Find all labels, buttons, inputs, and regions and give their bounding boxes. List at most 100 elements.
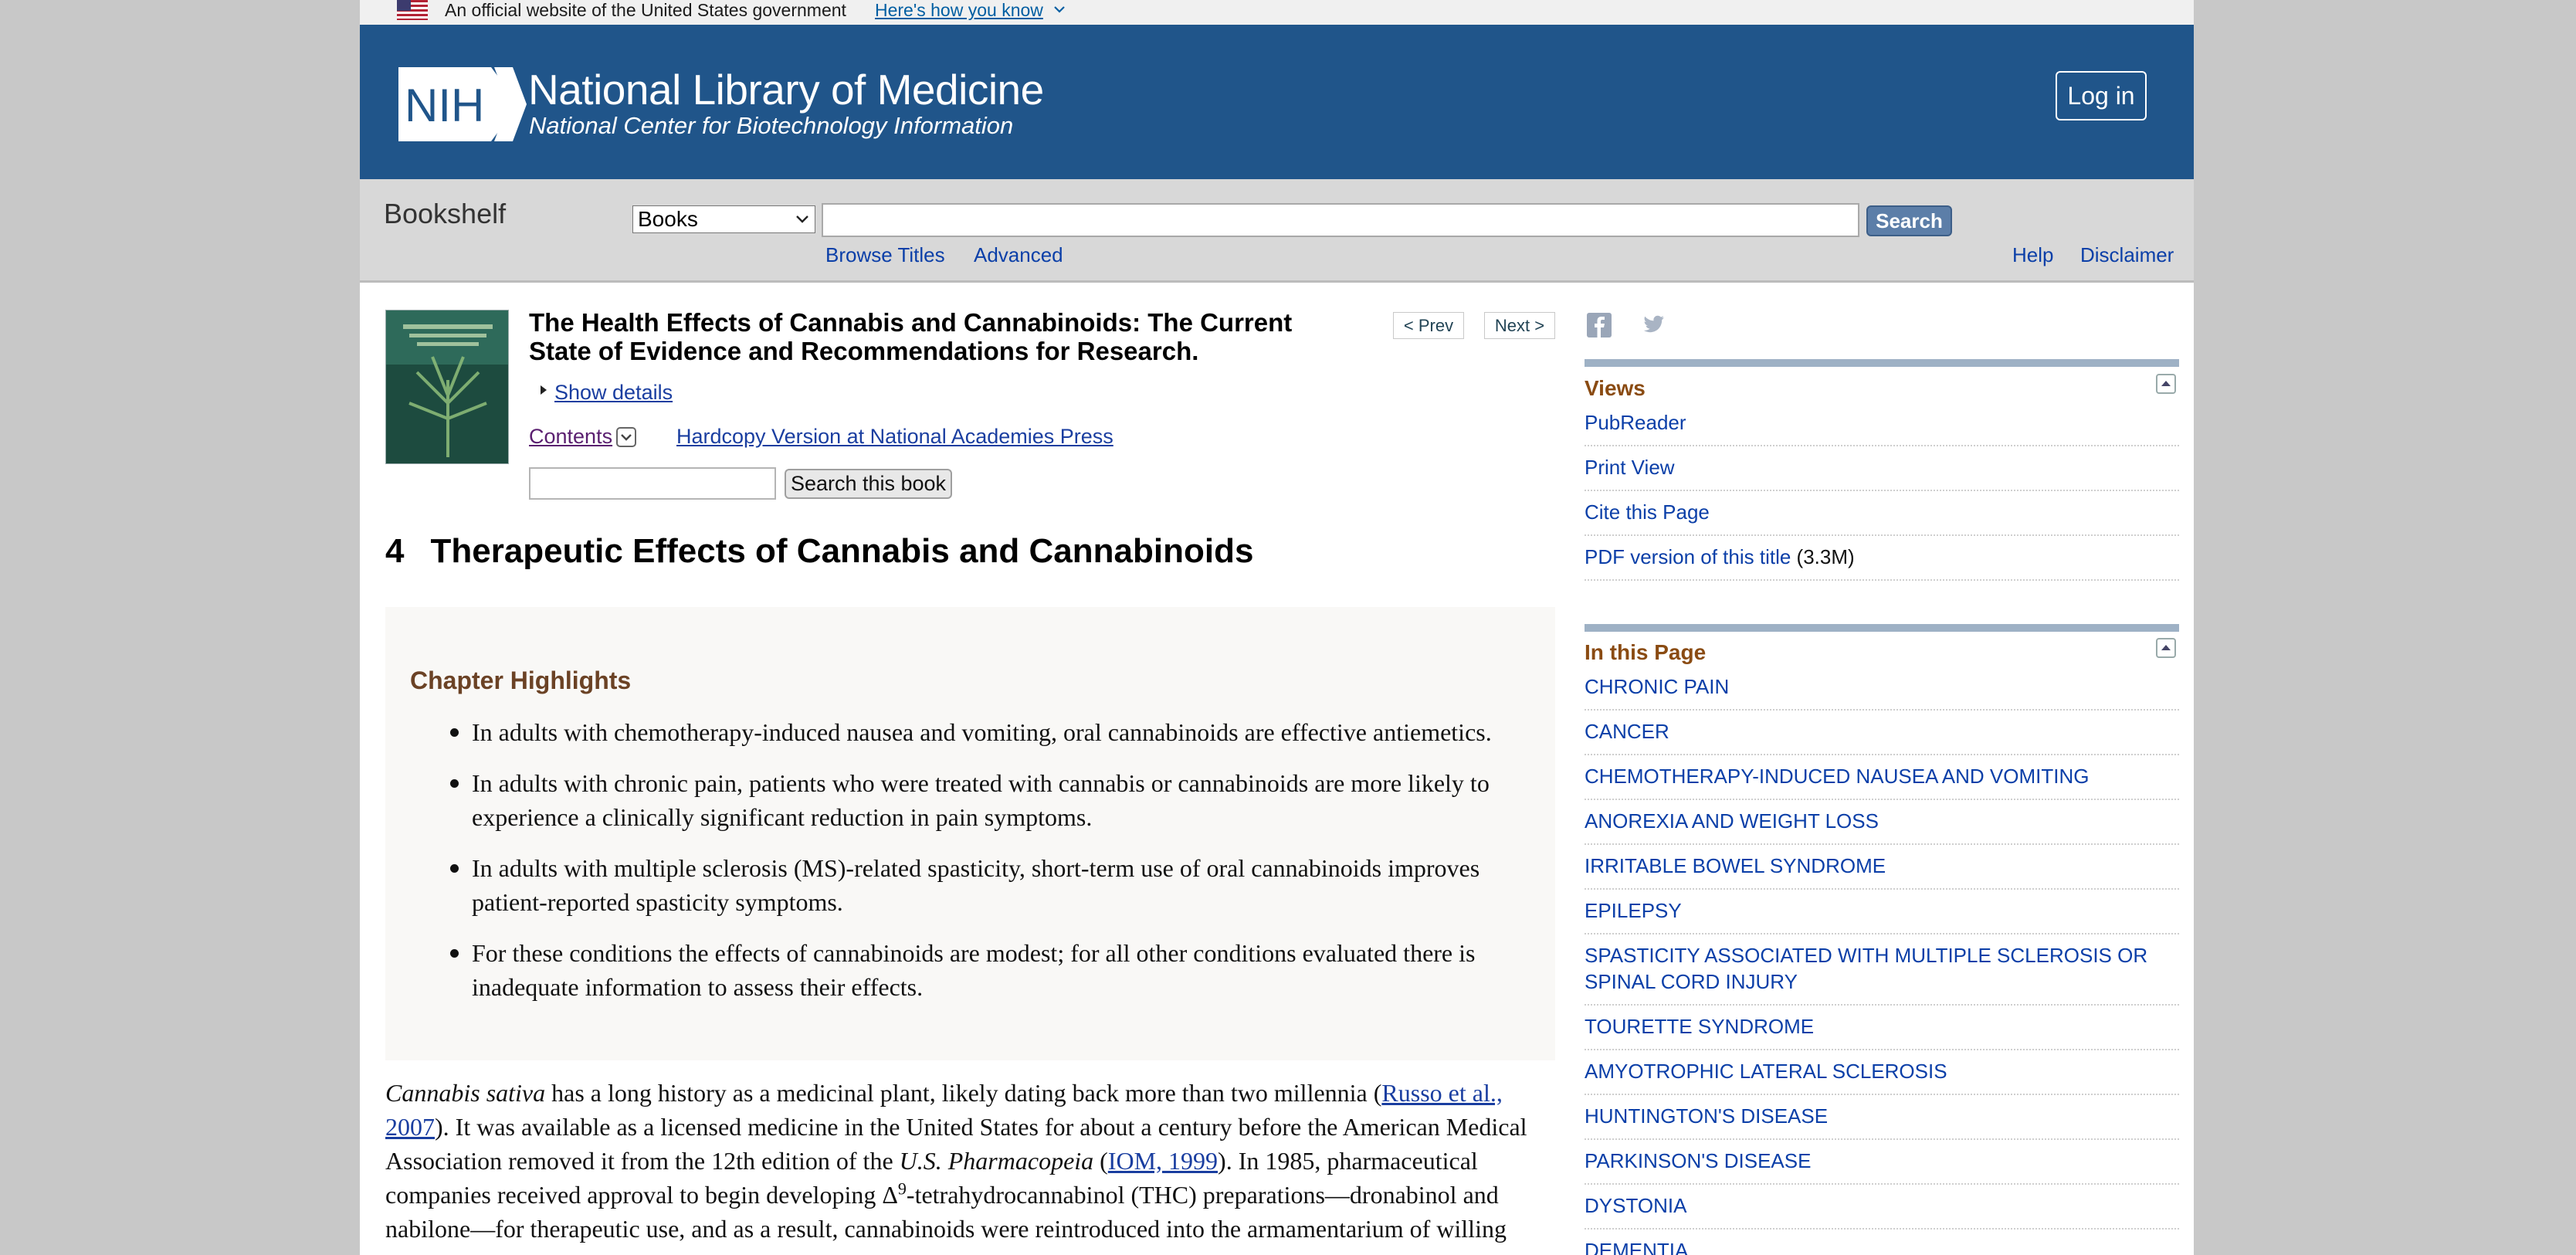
next-button[interactable]: Next > [1484,312,1555,339]
toc-item-label: TOURETTE SYNDROME [1585,1015,1815,1038]
twitter-icon[interactable] [1642,315,1665,335]
toc-item-epilepsy[interactable]: EPILEPSY [1585,897,2179,934]
hardcopy-version-link[interactable]: Hardcopy Version at National Academies P… [676,424,1113,449]
in-page-panel-title: In this Page [1585,640,1707,664]
search-this-book-button[interactable]: Search this book [785,469,952,499]
views-panel-title: Views [1585,376,1646,400]
in-page-panel-bar [1585,624,2179,632]
prev-button[interactable]: < Prev [1393,312,1464,339]
facebook-icon[interactable] [1586,312,1612,338]
views-panel-bar [1585,359,2179,367]
views-pubreader-link[interactable]: PubReader [1585,409,2179,446]
bullet-icon [450,949,459,958]
toc-item-dystonia[interactable]: DYSTONIA [1585,1192,2179,1230]
body-text: ( [1093,1147,1108,1175]
toc-item-als[interactable]: AMYOTROPHIC LATERAL SCLEROSIS [1585,1058,2179,1095]
toc-item-cinv[interactable]: CHEMOTHERAPY-INDUCED NAUSEA AND VOMITING [1585,763,2179,800]
site-title[interactable]: National Library of Medicine [528,65,1044,114]
toc-item-parkinson[interactable]: PARKINSON'S DISEASE [1585,1148,2179,1185]
toc-item-label: HUNTINGTON'S DISEASE [1585,1104,1829,1128]
species-name: Cannabis sativa [385,1079,546,1107]
toc-item-dementia[interactable]: DEMENTIA [1585,1237,2179,1255]
highlight-text: In adults with chronic pain, patients wh… [472,769,1490,831]
page: An official website of the United States… [360,0,2194,1255]
show-details-link[interactable]: Show details [554,380,673,405]
chapter-highlights-box: Chapter Highlights In adults with chemot… [385,607,1555,1060]
bookshelf-title[interactable]: Bookshelf [384,198,506,230]
views-print-link[interactable]: Print View [1585,454,2179,491]
search-input[interactable] [822,203,1859,237]
bullet-icon [450,864,459,873]
reference-link-iom[interactable]: IOM, 1999 [1108,1147,1218,1175]
toc-item-tourette[interactable]: TOURETTE SYNDROME [1585,1013,2179,1050]
toc-item-label: IRRITABLE BOWEL SYNDROME [1585,854,1886,877]
toc-item-label: DEMENTIA [1585,1239,1689,1255]
toc-item-label: DYSTONIA [1585,1194,1687,1217]
toc-item-chronic-pain[interactable]: CHRONIC PAIN [1585,673,2179,711]
book-search-input[interactable] [529,467,776,500]
database-select-value: Books [638,207,698,231]
gov-banner: An official website of the United States… [360,0,2194,25]
chapter-highlights-title: Chapter Highlights [410,667,632,694]
chevron-down-box-icon[interactable] [616,427,636,447]
database-select[interactable]: Books [632,205,815,233]
highlight-item: In adults with chemotherapy-induced naus… [450,715,1522,749]
toc-item-cancer[interactable]: CANCER [1585,718,2179,755]
views-cite-link[interactable]: Cite this Page [1585,499,2179,536]
toc-item-ibs[interactable]: IRRITABLE BOWEL SYNDROME [1585,853,2179,890]
views-item-label: PubReader [1585,411,1686,434]
highlight-text: In adults with multiple sclerosis (MS)-r… [472,854,1480,916]
toc-item-label: CHRONIC PAIN [1585,675,1730,698]
nih-header: NIH National Library of Medicine Nationa… [360,25,2194,179]
views-item-label: PDF version of this title [1585,545,1791,568]
bookshelf-search-bar: Bookshelf Books Search Browse Titles Adv… [360,179,2194,283]
collapse-arrow-icon[interactable] [2156,374,2176,394]
pdf-size: (3.3M) [1796,545,1855,568]
highlight-item: For these conditions the effects of cann… [450,936,1522,1004]
book-cover-image[interactable] [385,310,509,464]
nih-logo-text: NIH [405,80,484,131]
chevron-down-icon [796,215,808,223]
disclaimer-link[interactable]: Disclaimer [2080,243,2174,267]
us-flag-icon [397,0,428,20]
heres-how-you-know-link[interactable]: Here's how you know [875,0,1043,20]
toc-item-label: PARKINSON'S DISEASE [1585,1149,1812,1172]
advanced-link[interactable]: Advanced [974,243,1063,267]
gov-banner-text: An official website of the United States… [445,0,846,20]
highlight-item: In adults with chronic pain, patients wh… [450,766,1522,834]
bullet-icon [450,728,459,737]
toc-item-anorexia[interactable]: ANOREXIA AND WEIGHT LOSS [1585,808,2179,845]
toc-item-spasticity[interactable]: SPASTICITY ASSOCIATED WITH MULTIPLE SCLE… [1585,942,2179,1006]
browse-titles-link[interactable]: Browse Titles [825,243,945,267]
toc-item-label: AMYOTROPHIC LATERAL SCLEROSIS [1585,1060,1947,1083]
book-title: The Health Effects of Cannabis and Canna… [529,308,1293,365]
site-subtitle[interactable]: National Center for Biotechnology Inform… [529,111,1013,141]
chevron-down-icon[interactable] [1052,2,1067,17]
body-paragraph: Cannabis sativa has a long history as a … [385,1076,1551,1246]
help-link[interactable]: Help [2012,243,2053,267]
cannabis-leaf-illustration [386,310,508,463]
bullet-icon [450,779,459,788]
views-item-label: Print View [1585,456,1675,479]
chapter-number: 4 [385,532,405,570]
toc-item-label: EPILEPSY [1585,899,1682,922]
toc-item-label: CANCER [1585,720,1669,743]
body-text: has a long history as a medicinal plant,… [545,1079,1382,1107]
toc-item-label: ANOREXIA AND WEIGHT LOSS [1585,809,1879,833]
contents-link[interactable]: Contents [529,424,612,449]
views-item-label: Cite this Page [1585,500,1710,524]
toc-item-huntington[interactable]: HUNTINGTON'S DISEASE [1585,1103,2179,1140]
toc-item-label: SPASTICITY ASSOCIATED WITH MULTIPLE SCLE… [1585,944,2148,993]
views-pdf-link[interactable]: PDF version of this title (3.3M) [1585,544,2179,581]
pharmacopeia-title: U.S. Pharmacopeia [899,1147,1094,1175]
nih-logo[interactable]: NIH [397,66,528,143]
chapter-title: Therapeutic Effects of Cannabis and Cann… [430,532,1254,570]
highlight-text: In adults with chemotherapy-induced naus… [472,718,1492,746]
chapter-heading: 4 Therapeutic Effects of Cannabis and Can… [385,531,1253,572]
search-button[interactable]: Search [1866,205,1952,236]
triangle-right-icon[interactable] [539,384,548,396]
login-button[interactable]: Log in [2056,71,2147,120]
highlight-item: In adults with multiple sclerosis (MS)-r… [450,851,1522,919]
highlight-text: For these conditions the effects of cann… [472,939,1476,1001]
collapse-arrow-icon[interactable] [2156,638,2176,658]
